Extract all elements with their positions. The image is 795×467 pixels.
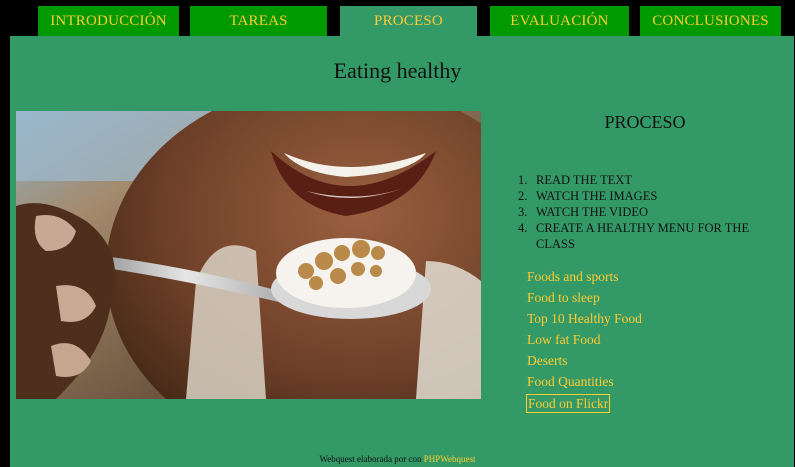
step-number: 4.: [518, 221, 528, 235]
footer: Webquest elaborada por con PHPWebquest: [0, 454, 795, 464]
step-item: 2. WATCH THE IMAGES: [518, 188, 788, 204]
step-text: WATCH THE VIDEO: [536, 205, 649, 219]
list-item: Low fat Food: [526, 331, 776, 352]
section-heading: PROCESO: [604, 112, 686, 132]
link-food-to-sleep[interactable]: Food to sleep: [526, 289, 601, 306]
page-title: Eating healthy: [333, 58, 462, 83]
step-item: 3. WATCH THE VIDEO: [518, 204, 788, 220]
list-item: Food Quantities: [526, 373, 776, 394]
resource-links-list: Foods and sports Food to sleep Top 10 He…: [526, 268, 776, 415]
top-navigation: INTRODUCCIÓN TAREAS PROCESO EVALUACIÓN C…: [0, 0, 795, 36]
link-foods-and-sports[interactable]: Foods and sports: [526, 268, 620, 285]
link-deserts[interactable]: Deserts: [526, 352, 569, 369]
footer-link-phpwebquest[interactable]: PHPWebquest: [424, 454, 476, 464]
tab-evaluacion[interactable]: EVALUACIÓN: [490, 6, 629, 36]
step-text: CREATE A HEALTHY MENU FOR THE CLASS: [536, 221, 750, 251]
footer-text: Webquest elaborada por con: [319, 454, 422, 464]
link-low-fat-food[interactable]: Low fat Food: [526, 331, 602, 348]
tab-introduccion[interactable]: INTRODUCCIÓN: [38, 6, 179, 36]
step-number: 1.: [518, 173, 528, 187]
tab-tareas[interactable]: TAREAS: [190, 6, 327, 36]
link-food-on-flickr[interactable]: Food on Flickr: [526, 394, 611, 413]
woman-eating-cereal-photo: [16, 111, 481, 399]
list-item: Foods and sports: [526, 268, 776, 289]
tab-conclusiones[interactable]: CONCLUSIONES: [640, 6, 781, 36]
step-text: READ THE TEXT: [536, 173, 633, 187]
link-food-quantities[interactable]: Food Quantities: [526, 373, 615, 390]
hero-image: [16, 111, 481, 399]
list-item: Food on Flickr: [526, 394, 776, 415]
step-number: 2.: [518, 189, 528, 203]
link-top-10-healthy-food[interactable]: Top 10 Healthy Food: [526, 310, 643, 327]
step-item: 4. CREATE A HEALTHY MENU FOR THE CLASS: [518, 220, 788, 252]
list-item: Deserts: [526, 352, 776, 373]
tab-proceso[interactable]: PROCESO: [340, 6, 477, 36]
step-item: 1. READ THE TEXT: [518, 172, 788, 188]
list-item: Top 10 Healthy Food: [526, 310, 776, 331]
list-item: Food to sleep: [526, 289, 776, 310]
step-text: WATCH THE IMAGES: [536, 189, 658, 203]
step-number: 3.: [518, 205, 528, 219]
process-steps-list: 1. READ THE TEXT 2. WATCH THE IMAGES 3. WAT…: [518, 172, 788, 252]
